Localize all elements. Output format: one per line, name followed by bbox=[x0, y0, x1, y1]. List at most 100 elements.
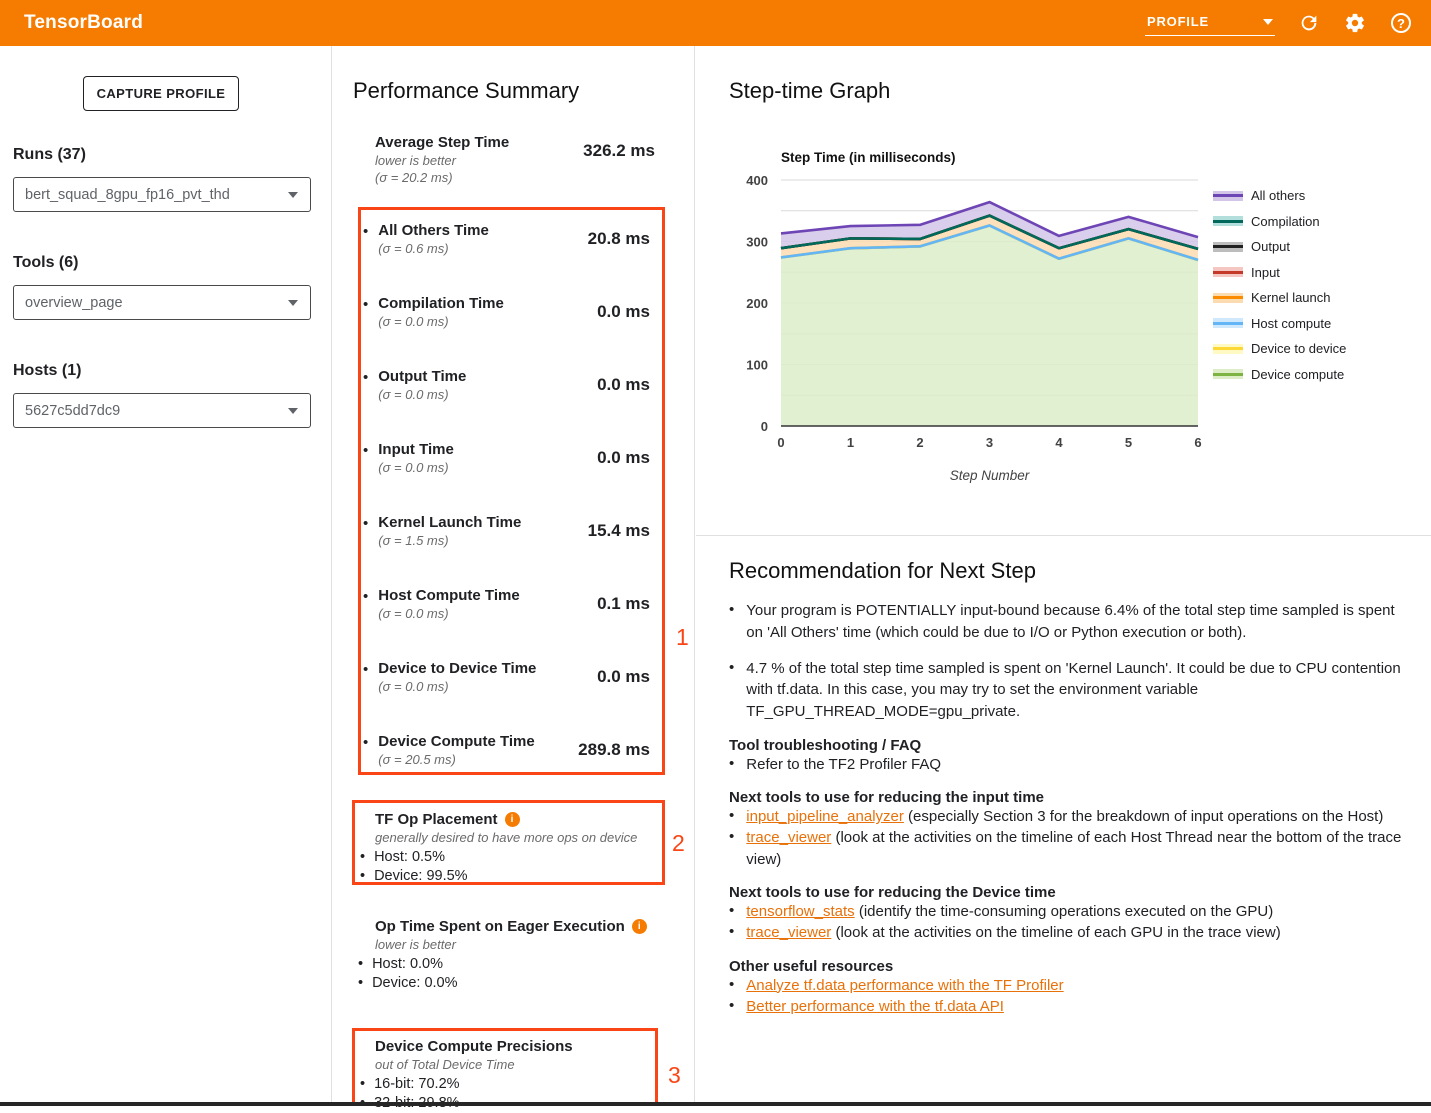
svg-text:5: 5 bbox=[1125, 435, 1132, 450]
gear-icon[interactable] bbox=[1343, 11, 1367, 35]
subsection-item: •Analyze tf.data performance with the TF… bbox=[729, 975, 1429, 996]
legend-swatch bbox=[1213, 242, 1243, 252]
recommendation-subsection: Tool troubleshooting / FAQ•Refer to the … bbox=[729, 737, 1421, 775]
recommendation-bullets: •Your program is POTENTIALLY input-bound… bbox=[729, 600, 1421, 723]
tools-select[interactable]: overview_page bbox=[13, 285, 311, 320]
svg-text:0: 0 bbox=[777, 435, 784, 450]
svg-text:2: 2 bbox=[916, 435, 923, 450]
chevron-down-icon bbox=[288, 408, 298, 414]
subsection-item: •input_pipeline_analyzer (especially Sec… bbox=[729, 806, 1429, 827]
tool-link[interactable]: tensorflow_stats bbox=[746, 903, 854, 920]
legend-swatch bbox=[1213, 293, 1243, 303]
legend-item: Host compute bbox=[1213, 316, 1346, 331]
dashboard-selector-value: PROFILE bbox=[1147, 14, 1209, 29]
recommendation-section: Recommendation for Next Step •Your progr… bbox=[729, 558, 1421, 1017]
info-icon[interactable]: i bbox=[505, 812, 520, 827]
help-icon[interactable]: ? bbox=[1389, 11, 1413, 35]
tool-link[interactable]: Analyze tf.data performance with the TF … bbox=[746, 977, 1063, 994]
legend-item: Compilation bbox=[1213, 214, 1346, 229]
tool-link[interactable]: trace_viewer bbox=[746, 924, 831, 941]
app-header: TensorBoard PROFILE ? bbox=[0, 0, 1431, 46]
recommendation-bullet: •Your program is POTENTIALLY input-bound… bbox=[729, 600, 1409, 644]
stat-item: •16-bit: 70.2% bbox=[360, 1075, 650, 1094]
annotation-number-3: 3 bbox=[668, 1062, 681, 1089]
tool-link[interactable]: input_pipeline_analyzer bbox=[746, 808, 904, 825]
svg-text:4: 4 bbox=[1055, 435, 1063, 450]
recommendation-subsections: Tool troubleshooting / FAQ•Refer to the … bbox=[729, 737, 1421, 1017]
recommendation-subsection: Next tools to use for reducing the Devic… bbox=[729, 884, 1421, 944]
metric-title: Average Step Time bbox=[375, 134, 509, 153]
legend-swatch bbox=[1213, 344, 1243, 354]
legend-swatch bbox=[1213, 318, 1243, 328]
refresh-icon[interactable] bbox=[1297, 11, 1321, 35]
metric-row: •Compilation Time(σ = 0.0 ms)0.0 ms bbox=[361, 295, 662, 368]
svg-text:100: 100 bbox=[746, 358, 768, 373]
svg-text:1: 1 bbox=[847, 435, 854, 450]
tf-op-placement-block: TF Op Placementigenerally desired to hav… bbox=[360, 811, 660, 886]
capture-profile-button[interactable]: CAPTURE PROFILE bbox=[83, 76, 239, 111]
metric-rows: •All Others Time(σ = 0.6 ms)20.8 ms•Comp… bbox=[361, 222, 662, 806]
svg-text:400: 400 bbox=[746, 173, 768, 188]
svg-text:300: 300 bbox=[746, 235, 768, 250]
legend-item: All others bbox=[1213, 188, 1346, 203]
performance-summary-title: Performance Summary bbox=[353, 78, 579, 104]
metric-row: •Input Time(σ = 0.0 ms)0.0 ms bbox=[361, 441, 662, 514]
recommendation-title: Recommendation for Next Step bbox=[729, 558, 1421, 584]
svg-text:3: 3 bbox=[986, 435, 993, 450]
legend-item: Input bbox=[1213, 265, 1346, 280]
chart-axis-title: Step Time (in milliseconds) bbox=[781, 150, 1296, 165]
subsection-item: •Refer to the TF2 Profiler FAQ bbox=[729, 754, 1429, 775]
metric-row: •Device to Device Time(σ = 0.0 ms)0.0 ms bbox=[361, 660, 662, 733]
runs-select[interactable]: bert_squad_8gpu_fp16_pvt_thd bbox=[13, 177, 311, 212]
subsection-item: •tensorflow_stats (identify the time-con… bbox=[729, 901, 1429, 922]
metric-row: •All Others Time(σ = 0.6 ms)20.8 ms bbox=[361, 222, 662, 295]
runs-label: Runs (37) bbox=[13, 146, 311, 164]
legend-swatch bbox=[1213, 267, 1243, 277]
recommendation-bullet: •4.7 % of the total step time sampled is… bbox=[729, 658, 1409, 723]
subsection-heading: Tool troubleshooting / FAQ bbox=[729, 737, 1421, 754]
chevron-down-icon bbox=[288, 300, 298, 306]
metric-row: •Output Time(σ = 0.0 ms)0.0 ms bbox=[361, 368, 662, 441]
tool-link[interactable]: Better performance with the tf.data API bbox=[746, 998, 1004, 1015]
info-icon[interactable]: i bbox=[632, 919, 647, 934]
hosts-label: Hosts (1) bbox=[13, 362, 311, 380]
subsection-heading: Next tools to use for reducing the Devic… bbox=[729, 884, 1421, 901]
average-step-time-row: Average Step Time lower is better (σ = 2… bbox=[375, 134, 655, 187]
metric-sigma: (σ = 20.2 ms) bbox=[375, 170, 509, 187]
stat-item: •Device: 0.0% bbox=[358, 974, 668, 993]
tool-link[interactable]: trace_viewer bbox=[746, 829, 831, 846]
subsection-heading: Other useful resources bbox=[729, 958, 1421, 975]
app-title: TensorBoard bbox=[24, 12, 143, 34]
legend-item: Kernel launch bbox=[1213, 290, 1346, 305]
annotation-number-2: 2 bbox=[672, 830, 685, 857]
legend-item: Output bbox=[1213, 239, 1346, 254]
stat-item: •Device: 99.5% bbox=[360, 867, 660, 886]
hosts-select[interactable]: 5627c5dd7dc9 bbox=[13, 393, 311, 428]
metric-row: •Host Compute Time(σ = 0.0 ms)0.1 ms bbox=[361, 587, 662, 660]
bottom-edge-strip bbox=[0, 1102, 1431, 1106]
step-time-panel: Step-time Graph Step Time (in millisecon… bbox=[696, 46, 1431, 1102]
subsection-item: •trace_viewer (look at the activities on… bbox=[729, 827, 1429, 870]
hosts-select-value: 5627c5dd7dc9 bbox=[25, 403, 120, 419]
metric-row: •Device Compute Time(σ = 20.5 ms)289.8 m… bbox=[361, 733, 662, 806]
legend-swatch bbox=[1213, 191, 1243, 201]
stat-item: •Host: 0.0% bbox=[358, 955, 668, 974]
metric-row: •Kernel Launch Time(σ = 1.5 ms)15.4 ms bbox=[361, 514, 662, 587]
svg-text:6: 6 bbox=[1194, 435, 1201, 450]
svg-text:Step Number: Step Number bbox=[950, 468, 1030, 483]
subsection-item: •Better performance with the tf.data API bbox=[729, 996, 1429, 1017]
runs-select-value: bert_squad_8gpu_fp16_pvt_thd bbox=[25, 187, 230, 203]
tools-select-value: overview_page bbox=[25, 295, 123, 311]
stat-item: •Host: 0.5% bbox=[360, 848, 660, 867]
section-divider bbox=[696, 535, 1431, 536]
chevron-down-icon bbox=[1263, 19, 1273, 25]
subsection-item: •trace_viewer (look at the activities on… bbox=[729, 922, 1429, 943]
svg-text:200: 200 bbox=[746, 296, 768, 311]
svg-text:0: 0 bbox=[761, 419, 768, 434]
legend-item: Device compute bbox=[1213, 367, 1346, 382]
chevron-down-icon bbox=[288, 192, 298, 198]
legend-swatch bbox=[1213, 216, 1243, 226]
recommendation-subsection: Next tools to use for reducing the input… bbox=[729, 789, 1421, 870]
dashboard-selector[interactable]: PROFILE bbox=[1145, 10, 1275, 36]
recommendation-subsection: Other useful resources•Analyze tf.data p… bbox=[729, 958, 1421, 1018]
